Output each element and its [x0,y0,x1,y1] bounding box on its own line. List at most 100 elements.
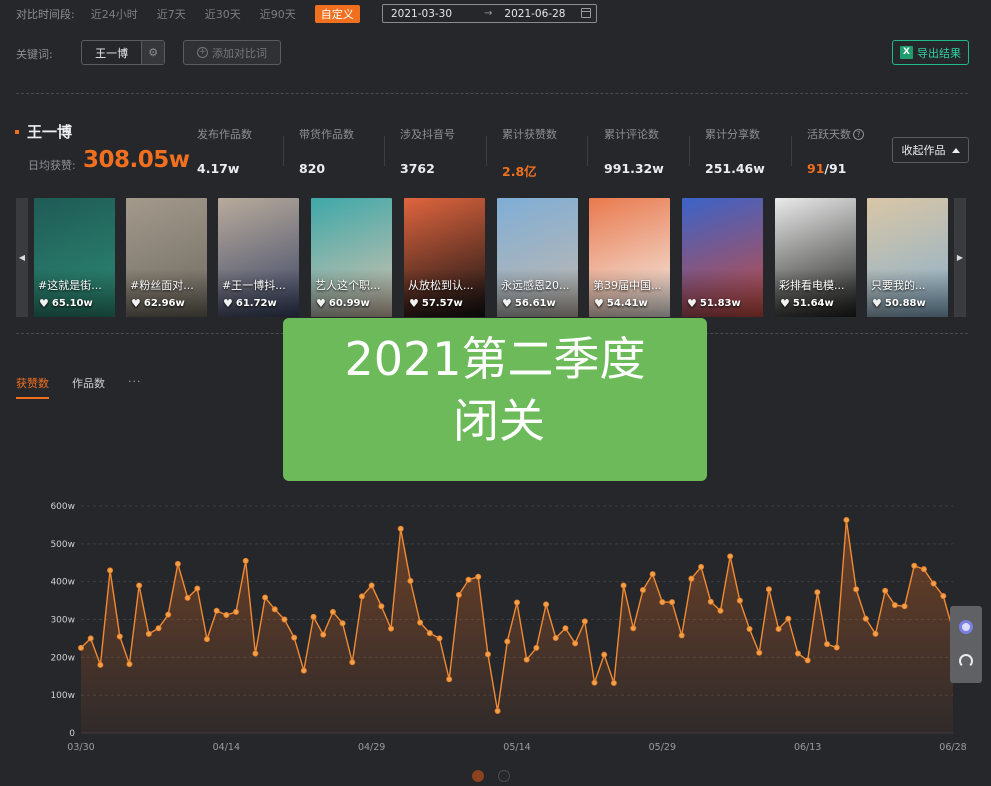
collapse-works-button[interactable]: 收起作品 [892,137,969,163]
data-point [291,634,298,641]
data-point [853,586,860,593]
work-likes: ♥ 54.41w [594,297,648,310]
tab-works[interactable]: 作品数 [72,375,105,399]
stat-label-text: 活跃天数 [807,128,851,141]
add-compare-button[interactable]: + 添加对比词 [183,40,281,65]
gear-icon[interactable]: ⚙ [141,41,164,64]
stat-comments: 累计评论数 991.32w [604,126,664,176]
calendar-icon[interactable] [581,8,591,18]
data-point [620,582,627,589]
banner-line2: 闭关 [453,394,545,448]
work-caption: 艺人这个职... [315,279,381,292]
data-point [300,667,307,674]
data-point [533,644,540,651]
work-thumbnail[interactable]: #王一博抖... ♥ 61.72w [218,198,299,317]
data-point [78,644,85,651]
side-toolbar [950,606,982,683]
work-thumbnail[interactable]: 第39届中国... ♥ 54.41w [589,198,670,317]
data-point [833,644,840,651]
data-point [126,661,133,668]
work-likes-value: 56.61w [514,298,556,309]
help-icon[interactable]: ? [853,129,864,140]
work-caption: 永远感恩20... [501,279,570,292]
data-point [765,586,772,593]
work-thumbnail[interactable]: ♥ 51.83w [682,198,763,317]
tab-likes[interactable]: 获赞数 [16,375,49,399]
data-point [552,635,559,642]
data-point [339,620,346,627]
data-point [174,560,181,567]
carousel-prev-button[interactable]: ◀ [16,198,28,317]
heart-icon: ♥ [39,297,49,310]
work-thumbnail[interactable]: #粉丝面对... ♥ 62.96w [126,198,207,317]
period-option-90d[interactable]: 近90天 [260,6,296,22]
stat-label: 累计分享数 [705,128,760,141]
period-option-custom[interactable]: 自定义 [314,5,360,23]
data-point [688,575,695,582]
x-tick-label: 06/13 [794,742,821,753]
carousel-next-button[interactable]: ▶ [954,198,966,317]
page-dot[interactable] [498,770,510,782]
data-point [378,603,385,610]
data-point [630,625,637,632]
work-thumbnail[interactable]: 只要我的... ♥ 50.88w [867,198,948,317]
stat-value: 4.17w [197,161,240,176]
active-days-value: 91 [807,161,825,176]
work-thumbnail[interactable]: 从放松到认... ♥ 57.57w [404,198,485,317]
x-tick-label: 04/29 [358,742,385,753]
section-divider [16,93,968,94]
collapse-works-label: 收起作品 [901,144,946,157]
period-option-24h[interactable]: 近24小时 [91,6,138,22]
avg-likes-label: 日均获赞: [28,159,76,172]
work-caption: #这就是街... [38,279,102,292]
date-range-picker[interactable]: 2021-03-30 → 2021-06-28 [382,4,597,23]
app-icon[interactable] [959,620,973,634]
period-filter: 对比时间段: 近24小时 近7天 近30天 近90天 自定义 [16,5,378,23]
stat-label: 发布作品数 [197,128,252,141]
data-point [794,650,801,657]
keyword-label: 关键词: [16,48,53,61]
data-point [717,607,724,614]
date-start[interactable]: 2021-03-30 [391,8,452,20]
more-tabs-button[interactable]: ··· [128,375,142,399]
page-indicator [472,770,524,782]
export-button[interactable]: X 导出结果 [892,40,969,65]
data-point [358,593,365,600]
work-thumbnail[interactable]: 艺人这个职... ♥ 60.99w [311,198,392,317]
caret-up-icon [951,147,960,153]
active-days-total: /91 [824,161,847,176]
stat-divider [689,136,690,166]
period-option-7d[interactable]: 近7天 [157,6,186,22]
work-likes: ♥ 61.72w [223,297,277,310]
keyword-tag[interactable]: 王一博 ⚙ [81,40,165,65]
data-point [543,601,550,608]
y-tick-label: 600w [50,502,75,512]
stat-commerce: 带货作品数 820 [299,126,354,176]
data-point [184,594,191,601]
likes-line-chart: 0 100w 200w 300w 400w 500w 600w 03/30 04/14 04/29… [50,502,966,753]
data-point [756,649,763,656]
work-thumbnail[interactable]: 永远感恩20... ♥ 56.61w [497,198,578,317]
heart-icon: ♥ [502,297,512,310]
page-dot-active[interactable] [472,770,484,782]
data-point [581,618,588,625]
work-likes-value: 65.10w [51,298,93,309]
export-label: 导出结果 [917,46,961,60]
y-tick-label: 500w [50,540,75,550]
data-point [920,566,927,573]
keyword-tag-text: 王一博 [95,46,129,60]
work-thumbnail[interactable]: 彩排看电模... ♥ 51.64w [775,198,856,317]
headset-icon[interactable] [959,654,973,668]
work-likes-value: 60.99w [328,298,370,309]
data-point [446,676,453,683]
data-point [824,641,831,648]
heart-icon: ♥ [872,297,882,310]
date-end[interactable]: 2021-06-28 [504,8,565,20]
data-point [736,597,743,604]
data-point [107,567,114,574]
period-option-30d[interactable]: 近30天 [205,6,241,22]
x-tick-label: 05/29 [649,742,676,753]
data-point [203,636,210,643]
work-thumbnail[interactable]: #这就是街... ♥ 65.10w [34,198,115,317]
data-point [426,630,433,637]
